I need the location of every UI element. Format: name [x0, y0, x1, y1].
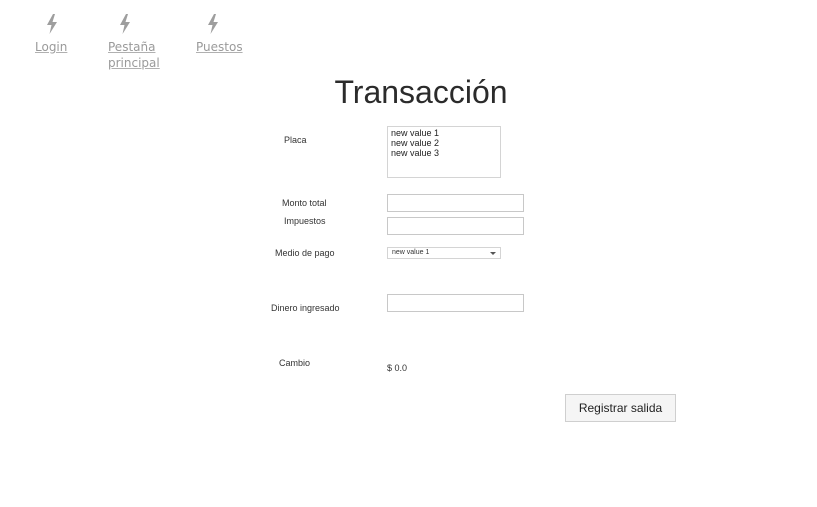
nav-item-login[interactable]: Login	[35, 14, 67, 55]
nav-item-puestos[interactable]: Puestos	[196, 14, 243, 55]
cambio-value: $ 0.0	[387, 363, 408, 373]
placa-label: Placa	[284, 135, 307, 145]
chevron-down-icon	[490, 252, 496, 255]
page-title: Transacción	[334, 74, 508, 110]
nav-item-label: Puestos	[196, 40, 243, 54]
cambio-label: Cambio	[279, 358, 311, 368]
placa-option[interactable]: new value 3	[391, 148, 497, 158]
placa-listbox[interactable]: new value 1 new value 2 new value 3	[387, 126, 501, 178]
bolt-icon	[120, 14, 130, 34]
impuestos-label: Impuestos	[284, 216, 326, 226]
dinero-ingresado-input[interactable]	[387, 294, 524, 312]
monto-total-label: Monto total	[282, 198, 327, 208]
registrar-salida-button[interactable]: Registrar salida	[565, 394, 676, 422]
nav-item-label: Pestaña principal	[108, 40, 160, 70]
placa-option[interactable]: new value 1	[391, 128, 497, 138]
bolt-icon	[208, 14, 218, 34]
dinero-ingresado-label: Dinero ingresado	[271, 303, 340, 313]
medio-de-pago-select[interactable]: new value 1	[387, 247, 501, 259]
impuestos-input[interactable]	[387, 217, 524, 235]
nav-item-label: Login	[35, 40, 68, 54]
medio-de-pago-selected-value: new value 1	[392, 249, 430, 256]
medio-de-pago-label: Medio de pago	[275, 248, 335, 258]
monto-total-input[interactable]	[387, 194, 524, 212]
nav-item-pestana-principal[interactable]: Pestaña principal	[108, 14, 168, 71]
placa-option[interactable]: new value 2	[391, 138, 497, 148]
bolt-icon	[47, 14, 57, 34]
